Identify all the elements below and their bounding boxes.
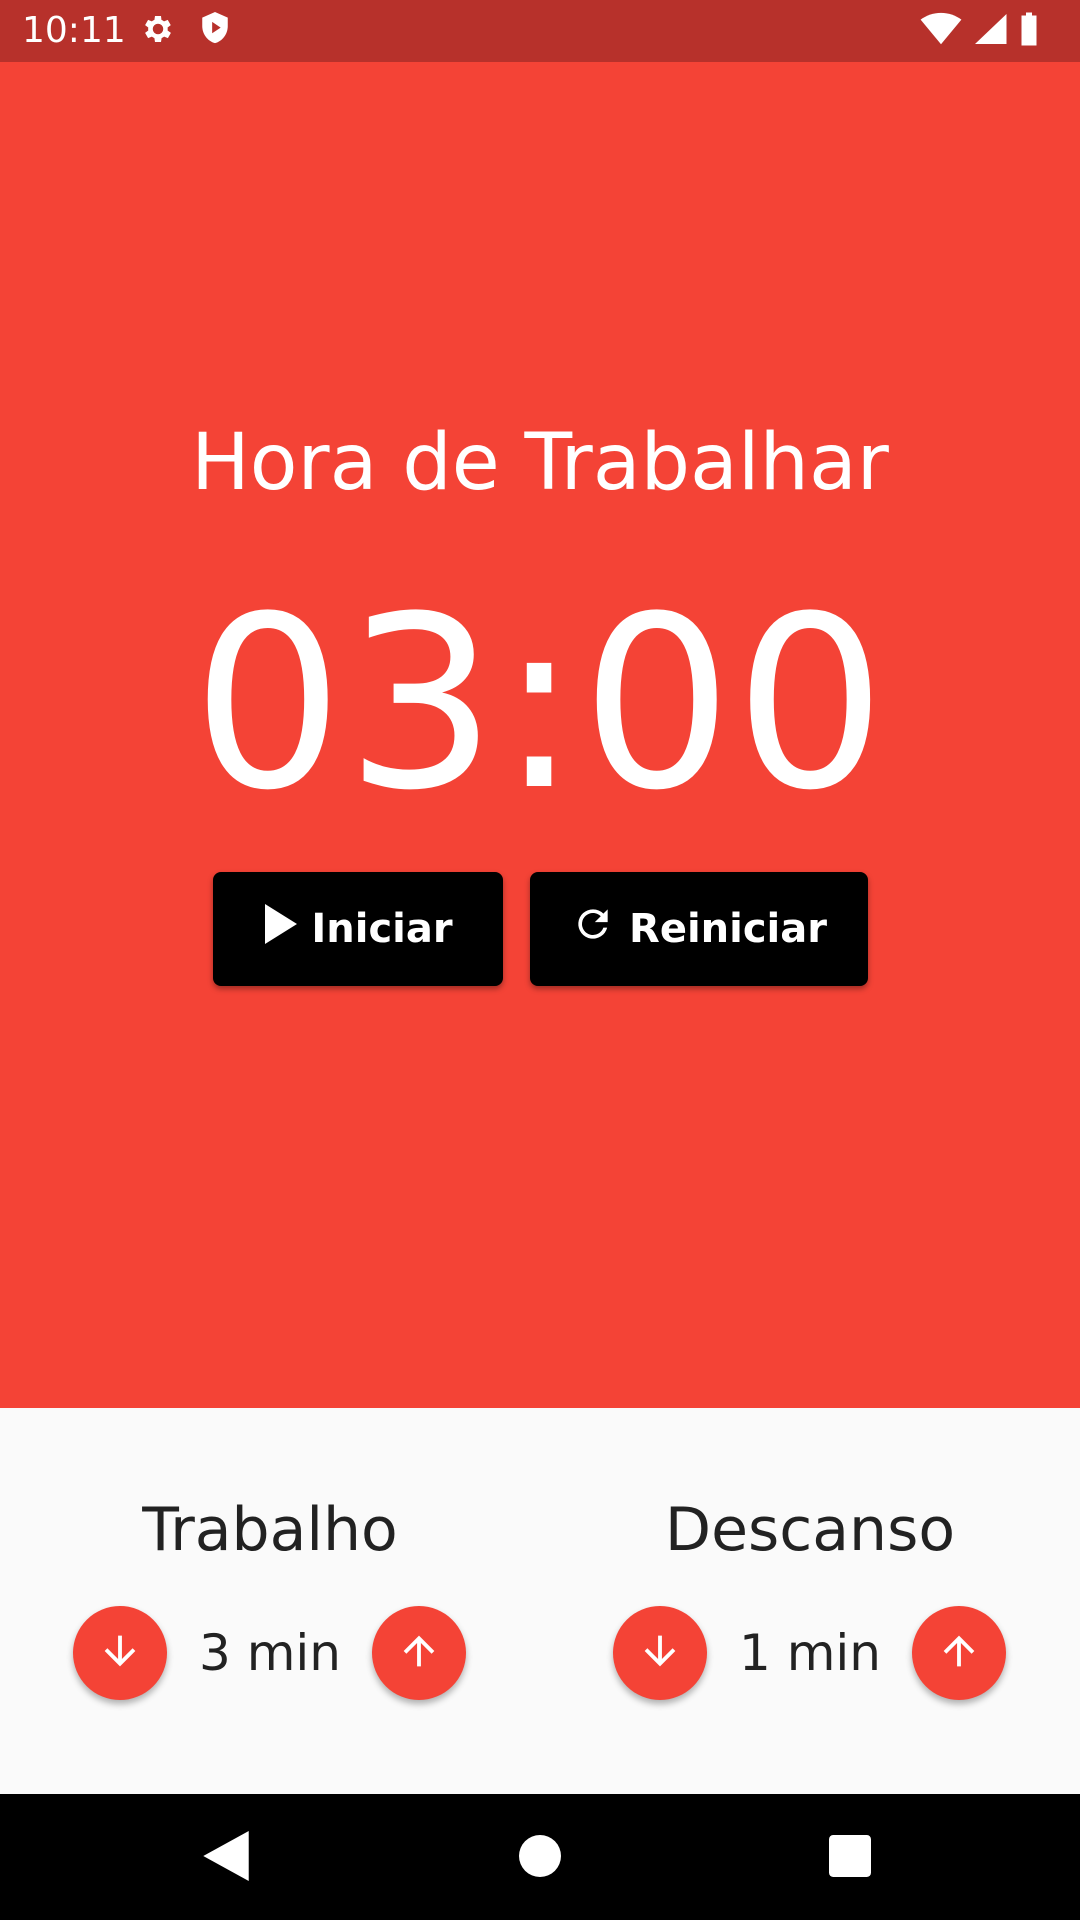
work-decrease-button[interactable] — [73, 1606, 167, 1700]
signal-icon — [972, 12, 1008, 50]
work-title: Trabalho — [142, 1495, 398, 1565]
battery-icon — [1018, 11, 1040, 51]
shield-play-icon — [198, 10, 232, 52]
work-increase-button[interactable] — [372, 1606, 466, 1700]
navigation-bar — [0, 1794, 1080, 1920]
arrow-down-icon — [97, 1628, 143, 1678]
reset-button-label: Reiniciar — [629, 906, 827, 952]
work-setting: Trabalho 3 min — [0, 1408, 540, 1794]
arrow-down-icon — [637, 1628, 683, 1678]
status-left-icons — [140, 12, 232, 50]
home-button[interactable] — [512, 1830, 568, 1886]
work-value: 3 min — [199, 1624, 341, 1682]
rest-value: 1 min — [739, 1624, 881, 1682]
status-right-icons — [920, 12, 1040, 50]
app-screen: 10:11 Hora de Trabalhar 03:00 Iniciar Re… — [0, 0, 1080, 1920]
refresh-icon — [571, 902, 615, 956]
gear-icon — [140, 11, 176, 51]
play-icon — [263, 904, 298, 954]
recents-icon — [829, 1835, 871, 1881]
rest-increase-button[interactable] — [912, 1606, 1006, 1700]
timer-display: 03:00 — [192, 566, 888, 843]
back-icon — [203, 1831, 249, 1885]
wifi-icon — [920, 12, 962, 50]
recents-button[interactable] — [822, 1830, 878, 1886]
start-button[interactable]: Iniciar — [213, 872, 503, 986]
status-time: 10:11 — [22, 10, 126, 51]
start-button-label: Iniciar — [311, 906, 453, 952]
timer-area: Hora de Trabalhar 03:00 Iniciar Reinicia… — [0, 62, 1080, 1408]
rest-decrease-button[interactable] — [613, 1606, 707, 1700]
arrow-up-icon — [396, 1628, 442, 1678]
home-icon — [519, 1835, 561, 1881]
arrow-up-icon — [936, 1628, 982, 1678]
status-bar: 10:11 — [0, 0, 1080, 62]
reset-button[interactable]: Reiniciar — [530, 872, 868, 986]
rest-title: Descanso — [664, 1495, 956, 1565]
settings-panel: Trabalho 3 min Descanso 1 min — [0, 1408, 1080, 1794]
mode-title: Hora de Trabalhar — [191, 418, 889, 508]
rest-setting: Descanso 1 min — [540, 1408, 1080, 1794]
back-button[interactable] — [198, 1830, 254, 1886]
